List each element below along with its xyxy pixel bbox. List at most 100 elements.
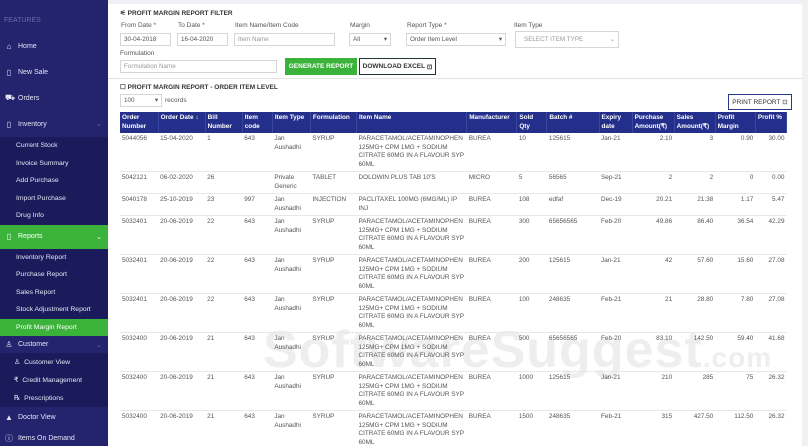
column-header[interactable]: Profit % [755, 112, 788, 133]
sidebar-item-bottom[interactable]: ⓘ Items On Demand [0, 428, 108, 446]
table-cell: BUREA [466, 215, 517, 255]
submenu-item[interactable]: ℞ Prescriptions [0, 389, 108, 407]
from-date-label: From Date * [121, 22, 157, 29]
column-header[interactable]: Item Name [356, 112, 468, 133]
table-cell: 5044056 [120, 133, 159, 172]
to-date-input[interactable]: 16-04-2020 [177, 33, 228, 46]
table-cell: 5032400 [120, 332, 159, 372]
from-date-input[interactable]: 30-04-2018 [120, 33, 171, 46]
records-per-page-select[interactable]: 100 ▾ [120, 94, 162, 107]
table-cell: 20-06-2019 [158, 293, 206, 333]
sidebar-item-label: Reports [18, 233, 43, 240]
clipboard-icon: ▯ [6, 67, 12, 77]
download-excel-button[interactable]: DOWNLOAD EXCEL ⊡ [359, 58, 436, 75]
table-cell: BUREA [466, 371, 517, 411]
sidebar-item-new-sale[interactable]: ▯ New Sale [0, 59, 108, 85]
table-cell: 20-06-2019 [158, 410, 206, 446]
submenu-item[interactable]: Purchase Report [0, 266, 108, 284]
report-icon: ▯ [6, 232, 12, 241]
item-type-label: Item Type [514, 22, 543, 29]
scrollbar[interactable] [802, 0, 808, 446]
column-header[interactable]: Batch # [546, 112, 600, 133]
table-cell: 1.17 [715, 193, 756, 216]
sidebar-item-home[interactable]: ⌂ Home [0, 33, 108, 59]
table-cell: Sep-21 [599, 171, 633, 194]
column-header[interactable]: Order Number [120, 112, 159, 133]
table-cell: SYRUP [310, 332, 357, 372]
table-cell: 200 [516, 254, 547, 294]
table-cell: 2 [674, 171, 716, 194]
submenu-item[interactable]: Import Purchase [0, 190, 108, 208]
table-cell: 65656565 [546, 332, 599, 372]
table-cell: 57.60 [674, 254, 716, 294]
table-cell: 15.60 [715, 254, 756, 294]
submenu-item[interactable]: Current Stock [0, 137, 108, 155]
submenu-item[interactable]: Stock Adjustment Report [0, 301, 108, 319]
table-cell: 315 [632, 410, 675, 446]
column-header[interactable]: Sales Amount(₹) [674, 112, 716, 133]
column-header[interactable]: Bill Number [205, 112, 243, 133]
caret-down-icon: ▾ [383, 36, 387, 43]
column-header[interactable]: Profit Margin [715, 112, 756, 133]
table-cell: 5032401 [120, 254, 159, 294]
table-cell: 5042121 [120, 171, 159, 194]
table-cell: DOLOWIN PLUS TAB 10'S [356, 171, 467, 194]
table-cell: 1 [205, 133, 243, 172]
sidebar-item-customer[interactable]: ♙ Customer ⌄ [0, 336, 108, 353]
table-cell: Jan Aushadhi [272, 133, 311, 172]
sidebar-item-bottom[interactable]: ▲ Doctor View [0, 407, 108, 428]
generate-report-button[interactable]: GENERATE REPORT [285, 58, 357, 75]
table-cell: 643 [242, 332, 273, 372]
table-cell: 5032401 [120, 215, 159, 255]
table-cell: Jan Aushadhi [272, 215, 311, 255]
table-cell: 500 [516, 332, 547, 372]
report-type-select[interactable]: Order Item Level ▾ [406, 33, 506, 46]
submenu-label: Prescriptions [24, 394, 64, 402]
submenu-item[interactable]: Sales Report [0, 284, 108, 302]
submenu-item[interactable]: Inventory Report [0, 249, 108, 267]
table-row: 5032401 20-06-2019 22 643 Jan Aushadhi SYRUP P… [120, 215, 787, 255]
table-cell: 20-06-2019 [158, 371, 206, 411]
table-cell: Jan Aushadhi [272, 293, 311, 333]
table-cell: 427.50 [674, 410, 716, 446]
print-report-button[interactable]: PRINT REPORT ⊡ [728, 94, 792, 110]
table-cell: 112.50 [715, 410, 756, 446]
table-cell: 1000 [516, 371, 547, 411]
column-header[interactable]: Purchase Amount(₹) [632, 112, 675, 133]
formulation-input[interactable]: Formulation Name [120, 60, 277, 73]
table-cell: SYRUP [310, 293, 357, 333]
submenu-item[interactable]: ♙ Customer View [0, 353, 108, 371]
margin-select[interactable]: All ▾ [349, 33, 391, 46]
table-cell: 26 [205, 171, 243, 194]
submenu-item[interactable]: Invoice Summary [0, 155, 108, 173]
table-cell: 5032401 [120, 293, 159, 333]
table-cell: 5.47 [755, 193, 787, 216]
column-header[interactable]: Manufacturer [466, 112, 518, 133]
item-name-input[interactable]: Item Name [234, 33, 335, 46]
table-cell: BUREA [466, 293, 517, 333]
column-header[interactable]: Expiry date [599, 112, 633, 133]
column-header[interactable]: Item Type [272, 112, 311, 133]
report-type-label: Report Type * [407, 22, 447, 29]
submenu-item[interactable]: ₹ Credit Management [0, 371, 108, 389]
column-header[interactable]: Order Date ↓ [158, 112, 206, 133]
sidebar-item-inventory[interactable]: ▯ Inventory ⌄ [0, 111, 108, 137]
column-header[interactable]: Item code [242, 112, 273, 133]
table-cell: PARACETAMOL/ACETAMINOPHEN 125MG+ CPM 1MG… [356, 332, 467, 372]
submenu-item[interactable]: Add Purchase [0, 172, 108, 190]
box-icon: ▯ [6, 119, 12, 129]
column-header[interactable]: Formulation [310, 112, 357, 133]
table-cell: 248635 [546, 293, 599, 333]
profit-margin-table: Order Number Order Date ↓ Bill Number Item … [120, 112, 788, 446]
sidebar-item-orders[interactable]: ⛟ Orders [0, 85, 108, 111]
table-cell: 86.40 [674, 215, 716, 255]
column-header[interactable]: Sold Qty [516, 112, 548, 133]
table-cell: Jan Aushadhi [272, 193, 311, 216]
table-cell: 142.50 [674, 332, 716, 372]
item-type-select[interactable]: SELECT ITEM TYPE ⌄ [515, 31, 619, 48]
submenu-item[interactable]: Drug Info [0, 207, 108, 225]
table-cell: SYRUP [310, 133, 357, 172]
submenu-item-active[interactable]: Profit Margin Report [0, 318, 108, 336]
sidebar-item-reports[interactable]: ▯ Reports ⌄ [0, 224, 108, 249]
table-cell: SYRUP [310, 410, 357, 446]
